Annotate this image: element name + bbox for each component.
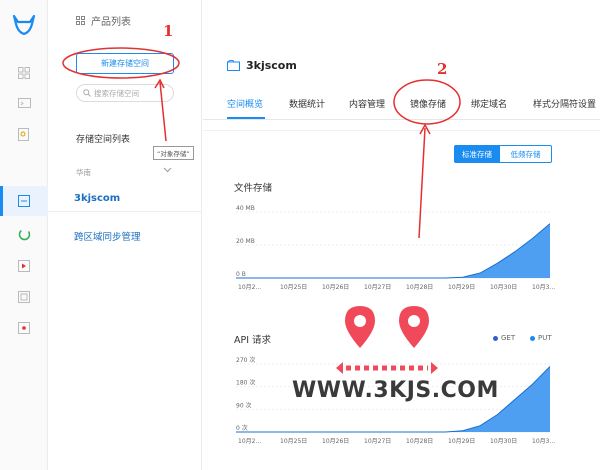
x-tick-label: 10月2... [238,438,261,445]
legend-get: GET [493,334,515,342]
new-bucket-button[interactable]: 新建存储空间 [76,53,174,74]
series-area [236,223,550,278]
chart-title-file-storage: 文件存储 [234,183,273,194]
grid-icon[interactable] [14,63,34,83]
search-placeholder: 搜索存储空间 [94,88,139,98]
y-tick-label: 20 MB [236,238,255,245]
chart-title-api-requests: API 请求 [234,335,272,346]
bucket-sidebar: 产品列表 新建存储空间 搜索存储空间 存储空间列表 华南 3kjscom 跨区域… [48,0,202,470]
api-requests-chart: 270 次 180 次 90 次 0 次 10月2... 10月25日 10月26日 10月2… [236,356,555,445]
x-tick-label: 10月27日 [364,284,391,291]
annotation-number-1: 1 [163,22,174,40]
tab-content[interactable]: 内容管理 [349,97,385,110]
search-doc-icon[interactable] [14,124,34,144]
monitor-icon[interactable] [14,93,34,113]
grid-small-icon [76,16,85,25]
region-select[interactable]: 华南 [76,167,172,178]
cross-region-sync-link[interactable]: 跨区域同步管理 [74,229,141,243]
bucket-list-title: 存储空间列表 [76,135,131,145]
icon-rail [0,0,48,470]
bucket-search-input[interactable]: 搜索存储空间 [76,84,174,102]
legend-put: PUT [530,334,552,342]
x-tick-label: 10月25日 [280,438,307,445]
y-tick-label: 0 次 [236,424,248,432]
x-tick-label: 10月29日 [448,438,475,445]
standard-storage-button[interactable]: 标准存储 [454,145,500,163]
video-icon[interactable] [14,256,34,276]
tab-bind-domain[interactable]: 绑定域名 [471,97,507,110]
bucket-name: 3kjscom [246,59,297,72]
x-tick-label: 10月26日 [322,438,349,445]
x-tick-label: 10月28日 [406,284,433,291]
chevron-down-icon [163,167,172,173]
tab-bar: 空间概览 数据统计 内容管理 镜像存储 绑定域名 样式分隔符设置 [203,84,600,120]
storage-icon[interactable] [14,191,34,211]
x-tick-label: 10月30日 [490,284,517,291]
refresh-icon[interactable] [14,224,34,244]
divider [48,211,202,212]
app-root: 产品列表 新建存储空间 搜索存储空间 存储空间列表 华南 3kjscom 跨区域… [0,0,600,470]
y-tick-label: 180 次 [236,379,255,387]
tooltip-text: 对象存储 [160,150,187,158]
tab-style-separator[interactable]: 样式分隔符设置 [533,97,596,110]
bull-logo-icon[interactable] [12,14,36,36]
watermark-text: WWW.3KJS.COM [292,378,499,403]
active-tab-indicator [227,117,265,119]
storage-type-toggle: 标准存储 低频存储 [454,145,552,163]
y-tick-label: 270 次 [236,356,255,364]
search-icon [83,89,91,97]
legend-get-swatch [493,335,498,341]
y-tick-label: 0 B [236,271,246,278]
page-title: 3kjscom [227,59,297,72]
box-icon[interactable] [14,287,34,307]
x-tick-label: 10月27日 [364,438,391,445]
x-tick-label: 10月30日 [490,438,517,445]
record-icon[interactable] [14,318,34,338]
x-tick-label: 10月29日 [448,284,475,291]
breadcrumb-label: 产品列表 [91,17,131,28]
x-tick-label: 10月26日 [322,284,349,291]
x-tick-label: 10月25日 [280,284,307,291]
object-storage-tooltip: “对象存储” [153,146,194,160]
tab-overview[interactable]: 空间概览 [227,97,263,110]
region-label: 华南 [76,168,91,177]
tab-mirror-storage[interactable]: 镜像存储 [410,97,446,110]
low-freq-storage-button[interactable]: 低频存储 [500,145,552,163]
legend-put-swatch [530,335,535,341]
bucket-icon [227,60,240,71]
legend-get-label: GET [501,334,516,342]
tab-statistics[interactable]: 数据统计 [289,97,325,110]
annotation-number-2: 2 [437,60,448,78]
bucket-item-3kjscom[interactable]: 3kjscom [74,193,120,204]
x-tick-label: 10月3... [532,284,555,291]
y-tick-label: 40 MB [236,205,255,212]
x-tick-label: 10月3... [532,438,555,445]
x-tick-label: 10月2... [238,284,261,291]
legend-put-label: PUT [538,334,552,342]
y-tick-label: 90 次 [236,401,252,409]
file-storage-chart: 40 MB 20 MB 0 B 10月2... 10月25日 10月26日 10月27日 10… [236,205,555,291]
breadcrumb[interactable]: 产品列表 [76,13,131,28]
x-tick-label: 10月28日 [406,438,433,445]
